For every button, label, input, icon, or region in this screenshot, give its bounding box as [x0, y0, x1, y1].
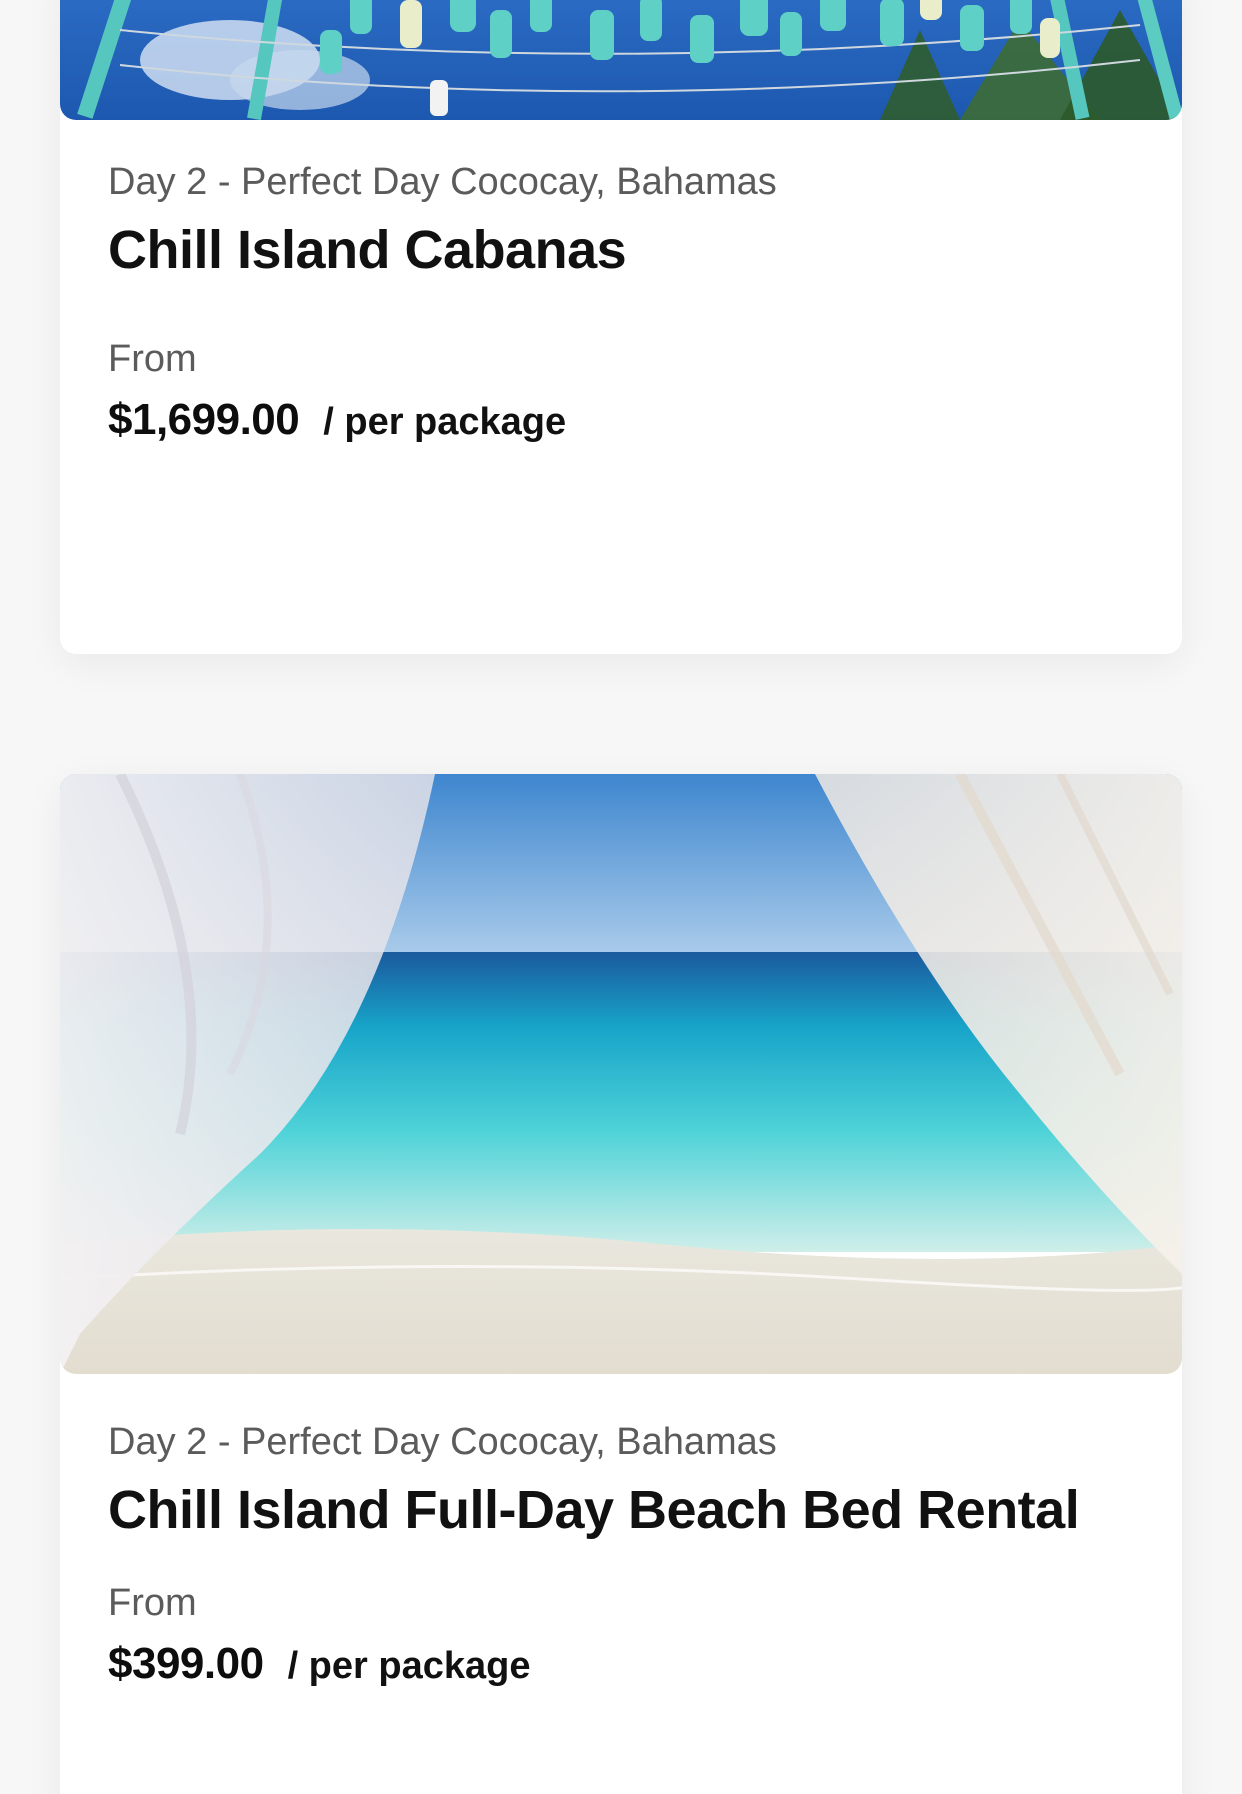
excursion-card[interactable]: Day 2 - Perfect Day Cococay, Bahamas Chi… [60, 0, 1182, 654]
excursion-location: Day 2 - Perfect Day Cococay, Bahamas [108, 161, 777, 203]
price-row: $1,699.00 / per package [108, 395, 1134, 445]
excursion-location: Day 2 - Perfect Day Cococay, Bahamas [108, 1421, 777, 1463]
price-unit-label: / per package [323, 401, 567, 444]
price-value: $1,699.00 [108, 395, 300, 445]
price-value: $399.00 [108, 1639, 264, 1689]
price-row: $399.00 / per package [108, 1639, 1134, 1689]
excursions-list: Day 2 - Perfect Day Cococay, Bahamas Chi… [0, 0, 1242, 1794]
excursion-card[interactable]: Day 2 - Perfect Day Cococay, Bahamas Chi… [60, 774, 1182, 1794]
excursion-image[interactable] [60, 0, 1182, 120]
beach-curtains-photo [60, 774, 1182, 1374]
buoys-photo [60, 0, 1182, 120]
price-from-label: From [108, 338, 197, 381]
excursion-title[interactable]: Chill Island Cabanas [108, 214, 1134, 287]
price-unit-label: / per package [287, 1645, 531, 1688]
excursion-image[interactable] [60, 774, 1182, 1374]
excursion-title[interactable]: Chill Island Full-Day Beach Bed Rental [108, 1474, 1134, 1547]
price-from-label: From [108, 1582, 197, 1625]
